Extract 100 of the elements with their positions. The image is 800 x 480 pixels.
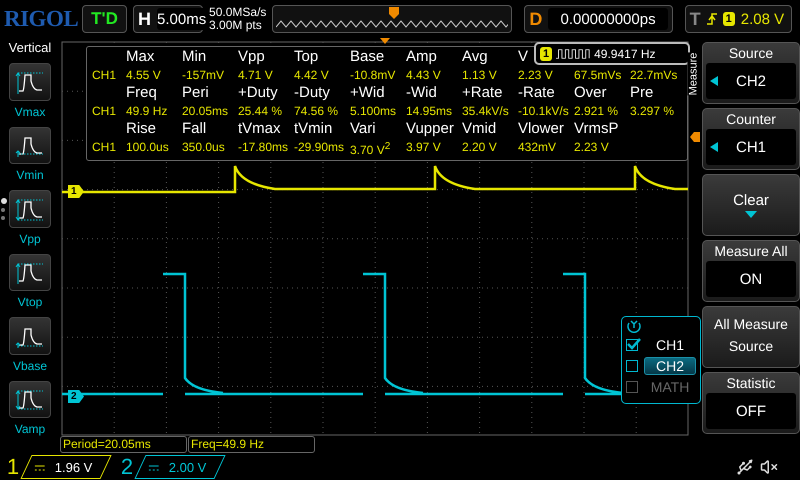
measurement-value: 3.70 V$^{2}$ — [350, 140, 392, 158]
source-option[interactable]: CH1 — [644, 336, 696, 354]
measurement-button[interactable] — [9, 190, 51, 228]
speaker-mute-icon — [760, 458, 778, 476]
channel-scale-box[interactable]: 2.00 V — [134, 455, 226, 479]
menu-button[interactable]: All Measure Source — [702, 306, 800, 368]
measurement-name: V — [518, 47, 528, 67]
measurement-value: -157mV — [182, 67, 226, 83]
measurement-button[interactable] — [9, 380, 51, 418]
measurement-name: +Rate — [462, 83, 502, 103]
trigger-display[interactable]: T 1 2.08 V — [684, 5, 792, 33]
menu-button[interactable]: Statistic OFF — [702, 372, 800, 434]
measurement-label: Vtop — [18, 295, 42, 309]
measurement-label: Vmax — [14, 104, 46, 118]
menu-tab[interactable]: Measure — [687, 52, 700, 96]
measurement-name: Vari — [350, 119, 376, 139]
menu-button[interactable]: Clear — [702, 174, 800, 236]
measurement-name: Over — [574, 83, 607, 103]
delay-display[interactable]: D 0.00000000ps — [524, 5, 673, 33]
menu-button[interactable]: Counter CH1 — [702, 108, 800, 170]
measurement-value: -17.80ms — [238, 139, 290, 156]
channel-scale: 2.00 V — [169, 460, 207, 474]
menu-button[interactable]: Source CH2 — [702, 42, 800, 104]
measurement-name: Max — [126, 47, 154, 67]
checkbox[interactable] — [626, 360, 638, 372]
measurement-label: Vmin — [16, 168, 44, 182]
checkbox[interactable] — [626, 339, 638, 351]
page-dot[interactable] — [1, 216, 5, 220]
source-label: CH1 — [92, 103, 118, 119]
measurement-button[interactable] — [9, 126, 51, 164]
measurement-name: Vupper — [406, 119, 454, 139]
measurement-button[interactable] — [9, 254, 51, 291]
measurement-value: 25.44 % — [238, 103, 284, 119]
measurement-label: Vamp — [14, 422, 46, 436]
channel-scale: 1.96 V — [55, 460, 93, 474]
menu-button[interactable]: Measure All ON — [702, 240, 800, 302]
measurement-value: 3.97 V — [406, 139, 442, 156]
caret-icon — [745, 211, 757, 218]
measurement-name: Peri — [182, 83, 209, 103]
measurement-value: 35.4kV/s — [462, 103, 510, 119]
measurement-value: 4.43 V — [406, 67, 442, 83]
source-label: CH1 — [92, 67, 118, 83]
page-dot[interactable] — [1, 208, 5, 212]
knob-icon — [626, 319, 642, 333]
channel-marker[interactable]: 2 — [68, 390, 84, 403]
measurement-name: Base — [350, 47, 384, 67]
trigger-position-marker — [380, 38, 390, 44]
measurement-label: Vpp — [19, 232, 41, 246]
measurement-value: 2.20 V — [462, 139, 498, 156]
measurement-name: Vpp — [238, 47, 265, 67]
page-dot[interactable] — [1, 198, 7, 204]
measurement-value: 2.921 % — [574, 103, 620, 119]
measurement-name: Freq — [126, 83, 157, 103]
measurement-name: Vlower — [518, 119, 564, 139]
rising-edge-icon — [706, 12, 717, 26]
measurement-value: 4.55 V — [126, 67, 162, 83]
measurement-name: Pre — [630, 83, 654, 103]
trigger-source: 1 — [722, 12, 735, 26]
measurement-value: -10.8mV — [350, 67, 396, 83]
measurement-value: 432mV — [518, 139, 558, 156]
measurement-name: +Duty — [238, 83, 278, 103]
measurement-value: 4.42 V — [294, 67, 330, 83]
measurement-name: VrmsP — [574, 119, 618, 139]
usb-icon — [736, 458, 754, 476]
measurement-value: 74.56 % — [294, 103, 340, 119]
measurement-name: -Duty — [294, 83, 330, 103]
sample-rate: 50.0MSa/s — [209, 6, 266, 19]
measurement-value: -29.90ms — [294, 139, 346, 156]
counter-channel: 1 — [540, 46, 552, 60]
trigger-level-marker — [690, 132, 700, 142]
counter-value: 49.9417 Hz — [594, 46, 656, 60]
trigger-level: 2.08 V — [740, 10, 784, 28]
run-status: T'D — [90, 9, 119, 29]
dc-coupling-icon — [149, 464, 159, 470]
measurement-label: Vbase — [12, 358, 48, 372]
channel-marker[interactable]: 1 — [68, 185, 84, 198]
measurement-readout: Freq=49.9 Hz — [188, 436, 315, 453]
measurement-name: Min — [182, 47, 206, 67]
channel-scale-box[interactable]: 1.96 V — [20, 455, 112, 479]
measurement-name: Fall — [182, 119, 206, 139]
measurement-name: Vmid — [462, 119, 496, 139]
measurement-value: -10.1kV/s — [518, 103, 570, 119]
measurement-value: 67.5mVs — [574, 67, 622, 83]
measurement-button[interactable] — [9, 317, 51, 354]
measurement-button[interactable] — [9, 63, 51, 100]
source-label: CH1 — [92, 139, 118, 156]
measurement-value: 2.23 V — [518, 67, 554, 83]
measurement-name: -Rate — [518, 83, 555, 103]
measurement-value: 49.9 Hz — [126, 103, 168, 119]
panel-title: Vertical — [8, 40, 52, 55]
dc-coupling-icon — [35, 464, 45, 470]
timebase-display[interactable]: H 5.00ms — [133, 5, 204, 33]
waveform-overview-icon — [276, 19, 508, 29]
source-option[interactable]: CH2 — [644, 357, 696, 375]
memory-depth: 3.00M pts — [209, 19, 263, 32]
measurement-value: 3.297 % — [630, 103, 676, 119]
measurement-name: tVmax — [238, 119, 281, 139]
measurement-value: 2.23 V — [574, 139, 610, 156]
measurement-name: Amp — [406, 47, 437, 67]
measurement-value: 350.0us — [182, 139, 226, 156]
